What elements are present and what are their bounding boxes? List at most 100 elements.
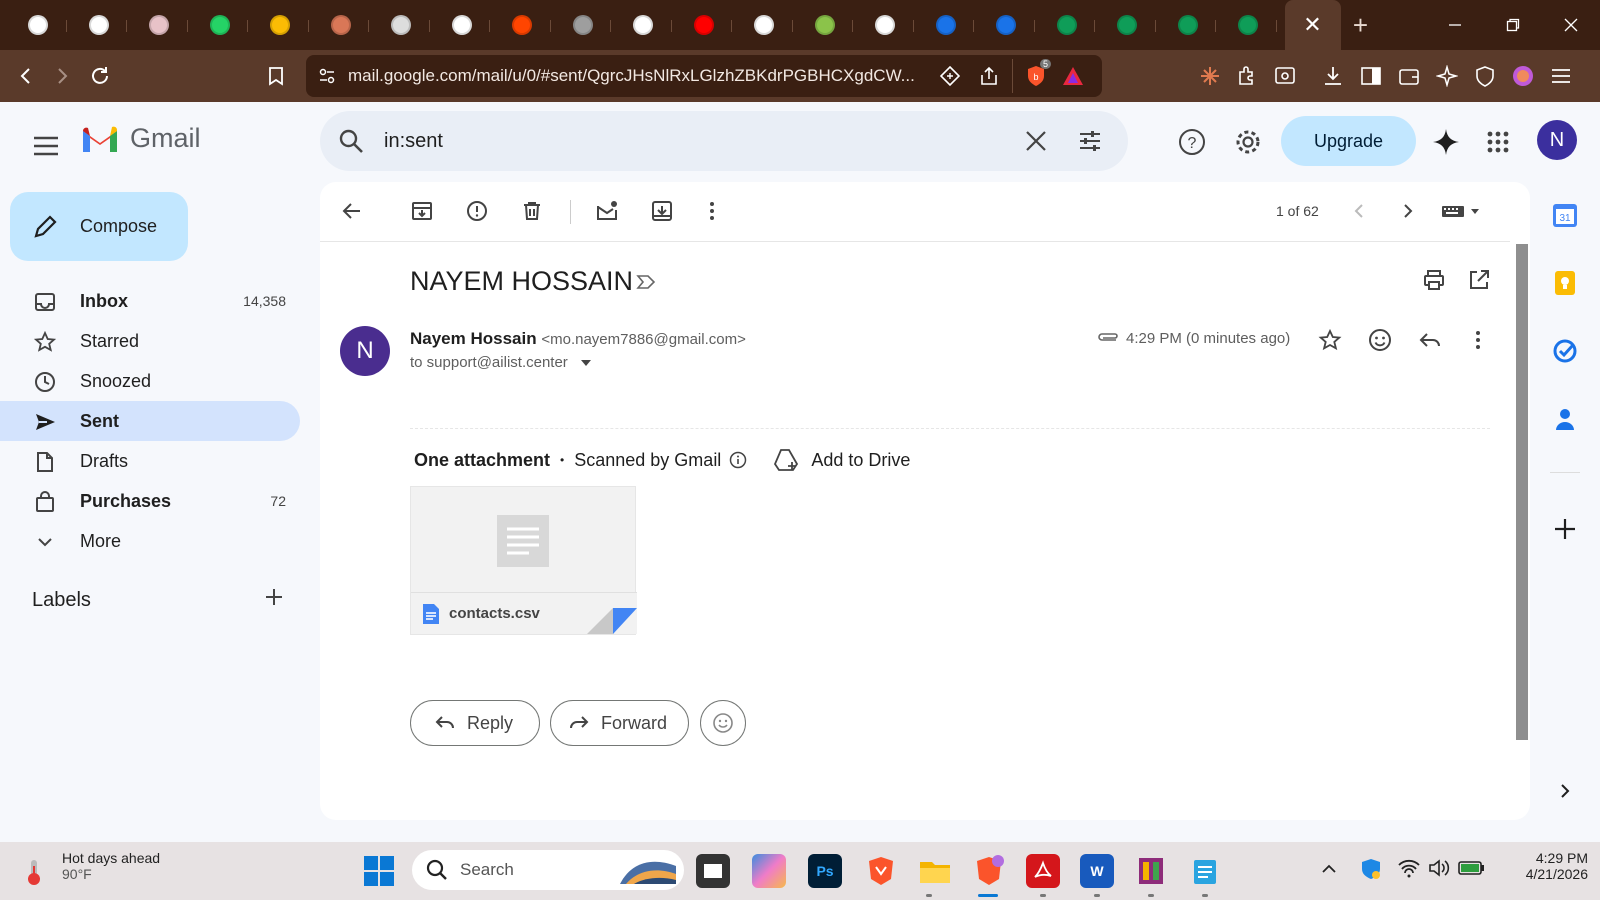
- browser-tab[interactable]: [190, 0, 251, 50]
- emoji-reaction-icon[interactable]: [1368, 328, 1392, 352]
- sidebar-toggle-icon[interactable]: [1360, 65, 1382, 87]
- add-to-drive-icon[interactable]: [773, 448, 799, 472]
- report-spam-icon[interactable]: [465, 199, 489, 223]
- gemini-icon[interactable]: [1432, 128, 1460, 156]
- more-options-icon[interactable]: [700, 199, 724, 223]
- browser-tab[interactable]: [734, 0, 795, 50]
- brave-active-icon[interactable]: [972, 854, 1006, 888]
- sidebar-item-inbox[interactable]: Inbox 14,358: [0, 281, 300, 321]
- reply-button[interactable]: Reply: [410, 700, 540, 746]
- acrobat-icon[interactable]: [1026, 854, 1060, 888]
- wallet-icon[interactable]: [1398, 65, 1420, 87]
- photoshop-icon[interactable]: Ps: [808, 854, 842, 888]
- browser-tab[interactable]: [8, 0, 69, 50]
- translate-icon[interactable]: [940, 66, 960, 86]
- battery-icon[interactable]: [1458, 860, 1486, 876]
- claude-extension-icon[interactable]: [1200, 66, 1220, 86]
- browser-tab[interactable]: [1037, 0, 1098, 50]
- word-icon[interactable]: W: [1080, 854, 1114, 888]
- taskbar-clock[interactable]: 4:29 PM 4/21/2026: [1508, 850, 1588, 882]
- task-view-icon[interactable]: [696, 854, 730, 888]
- windows-start-icon[interactable]: [364, 856, 394, 886]
- print-icon[interactable]: [1422, 268, 1446, 292]
- account-avatar[interactable]: N: [1537, 120, 1577, 160]
- wifi-icon[interactable]: [1398, 858, 1420, 878]
- sidebar-item-sent[interactable]: Sent: [0, 401, 300, 441]
- tasks-icon[interactable]: [1552, 338, 1578, 364]
- copilot-icon[interactable]: [752, 854, 786, 888]
- minimize-button[interactable]: [1426, 0, 1484, 50]
- back-to-list-icon[interactable]: [340, 199, 364, 223]
- brave-browser-icon[interactable]: [864, 854, 898, 888]
- new-tab-button[interactable]: +: [1341, 0, 1381, 50]
- sidebar-item-purchases[interactable]: Purchases 72: [0, 481, 300, 521]
- forward-button[interactable]: Forward: [550, 700, 689, 746]
- file-explorer-icon[interactable]: [918, 854, 952, 888]
- search-input[interactable]: in:sent: [384, 130, 443, 153]
- star-message-icon[interactable]: [1318, 328, 1342, 352]
- browser-tab[interactable]: [855, 0, 916, 50]
- menu-icon[interactable]: [1550, 65, 1572, 87]
- expand-panel-icon[interactable]: [1552, 778, 1578, 804]
- bookmark-icon[interactable]: [258, 58, 294, 94]
- browser-tab[interactable]: [129, 0, 190, 50]
- share-icon[interactable]: [978, 65, 1000, 87]
- browser-tab[interactable]: [432, 0, 493, 50]
- browser-tab[interactable]: [613, 0, 674, 50]
- message-more-icon[interactable]: [1466, 328, 1490, 352]
- close-tab-icon[interactable]: ✕: [1303, 12, 1321, 38]
- mark-unread-icon[interactable]: [595, 199, 619, 223]
- site-settings-icon[interactable]: [318, 67, 336, 85]
- settings-gear-icon[interactable]: [1234, 128, 1262, 156]
- winrar-icon[interactable]: [1134, 854, 1168, 888]
- tray-chevron-up-icon[interactable]: [1320, 860, 1338, 878]
- browser-tab[interactable]: [69, 0, 130, 50]
- leo-ai-icon[interactable]: [1436, 65, 1458, 87]
- create-label-button[interactable]: [264, 587, 284, 607]
- search-bar[interactable]: in:sent: [320, 111, 1128, 171]
- sidebar-item-starred[interactable]: Starred: [0, 321, 300, 361]
- browser-tab[interactable]: [311, 0, 372, 50]
- browser-tab[interactable]: [492, 0, 553, 50]
- contacts-icon[interactable]: [1552, 406, 1578, 432]
- address-bar[interactable]: mail.google.com/mail/u/0/#sent/QgrcJHsNl…: [306, 55, 1102, 97]
- restore-button[interactable]: [1484, 0, 1542, 50]
- notepad-icon[interactable]: [1188, 854, 1222, 888]
- taskbar-search[interactable]: Search: [412, 850, 684, 890]
- upgrade-button[interactable]: Upgrade: [1281, 116, 1416, 166]
- info-icon[interactable]: [729, 451, 747, 469]
- input-tools-icon[interactable]: [1440, 199, 1484, 223]
- browser-tab[interactable]: [1097, 0, 1158, 50]
- keep-notes-icon[interactable]: [1552, 270, 1578, 296]
- older-chevron-icon[interactable]: [1396, 199, 1420, 223]
- reload-icon[interactable]: [82, 58, 118, 94]
- search-icon[interactable]: [338, 128, 364, 154]
- gmail-logo[interactable]: Gmail: [80, 123, 201, 154]
- profile-icon[interactable]: [1512, 65, 1534, 87]
- sidebar-item-drafts[interactable]: Drafts: [0, 441, 300, 481]
- get-addons-icon[interactable]: [1552, 516, 1578, 542]
- calendar-icon[interactable]: 31: [1552, 202, 1578, 228]
- close-window-button[interactable]: [1542, 0, 1600, 50]
- apps-grid-icon[interactable]: [1486, 130, 1510, 154]
- back-icon[interactable]: [8, 58, 44, 94]
- browser-tab[interactable]: [250, 0, 311, 50]
- show-details-icon[interactable]: [580, 357, 592, 369]
- screenshot-icon[interactable]: [1274, 65, 1296, 87]
- help-icon[interactable]: ?: [1178, 128, 1206, 156]
- compose-button[interactable]: Compose: [10, 192, 188, 261]
- browser-tab[interactable]: [1158, 0, 1219, 50]
- weather-widget[interactable]: Hot days ahead 90°F: [20, 850, 160, 885]
- clear-search-icon[interactable]: [1024, 129, 1048, 153]
- volume-icon[interactable]: [1428, 858, 1452, 878]
- browser-tab[interactable]: [371, 0, 432, 50]
- search-options-icon[interactable]: [1078, 129, 1102, 153]
- newer-chevron-icon[interactable]: [1347, 199, 1371, 223]
- forward-icon[interactable]: [44, 58, 80, 94]
- browser-tab[interactable]: [1218, 0, 1279, 50]
- sidebar-item-more[interactable]: More: [0, 521, 300, 561]
- extensions-icon[interactable]: [1236, 65, 1258, 87]
- downloads-icon[interactable]: [1322, 65, 1344, 87]
- archive-icon[interactable]: [410, 199, 434, 223]
- importance-marker-icon[interactable]: [636, 272, 656, 292]
